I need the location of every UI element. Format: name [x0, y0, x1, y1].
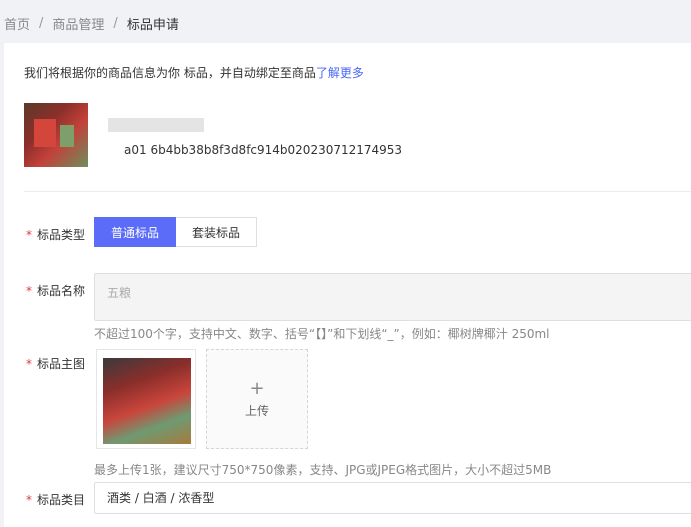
- type-label: * 标品类型: [26, 226, 85, 243]
- breadcrumb: 首页 / 商品管理 / 标品申请: [4, 14, 179, 33]
- divider: [24, 191, 691, 192]
- breadcrumb-current: 标品申请: [126, 17, 179, 33]
- required-mark: *: [26, 357, 32, 371]
- form-card: 我们将根据你的商品信息为你 标品，并自动绑定至商品了解更多 a01 6b4bb3…: [4, 43, 691, 527]
- product-thumbnail: [24, 103, 88, 167]
- type-normal-button[interactable]: 普通标品: [94, 217, 177, 247]
- plus-icon: +: [249, 377, 265, 399]
- product-id: a01 6b4bb38b8f3d8fc914b020230712174953: [124, 143, 403, 157]
- thumbnail-shape: [60, 125, 74, 147]
- image-label: * 标品主图: [26, 355, 85, 372]
- category-select[interactable]: 酒类 / 白酒 / 浓香型: [94, 482, 691, 514]
- intro-message: 我们将根据你的商品信息为你 标品，并自动绑定至商品: [24, 66, 316, 80]
- required-mark: *: [26, 228, 32, 242]
- intro-text: 我们将根据你的商品信息为你 标品，并自动绑定至商品了解更多: [24, 64, 364, 81]
- breadcrumb-product-management[interactable]: 商品管理: [52, 14, 104, 33]
- upload-label: 上传: [244, 403, 269, 418]
- type-label-text: 标品类型: [37, 228, 86, 242]
- required-mark: *: [26, 493, 32, 507]
- name-label-text: 标品名称: [37, 284, 86, 298]
- main-image: [103, 358, 191, 444]
- thumbnail-shape: [34, 119, 56, 147]
- image-hint: 最多上传1张，建议尺寸750*750像素，支持、JPG或JPEG格式图片，大小不…: [94, 463, 552, 477]
- image-label-text: 标品主图: [37, 357, 86, 371]
- product-name-redacted: [108, 118, 204, 132]
- category-label: * 标品类目: [26, 491, 85, 508]
- upload-button[interactable]: + 上传: [206, 349, 308, 449]
- category-label-text: 标品类目: [37, 493, 86, 507]
- type-segment: 普通标品 套装标品: [94, 217, 258, 247]
- name-hint: 不超过100个字，支持中文、数字、括号“【】”和下划线“_”，例如：椰树牌椰汁 …: [94, 327, 550, 341]
- breadcrumb-home[interactable]: 首页: [4, 14, 30, 33]
- name-label: * 标品名称: [26, 282, 85, 299]
- main-image-thumbnail[interactable]: [96, 349, 196, 449]
- learn-more-link[interactable]: 了解更多: [316, 66, 364, 80]
- name-input[interactable]: 五粮: [94, 273, 691, 321]
- breadcrumb-separator: /: [39, 15, 44, 31]
- breadcrumb-separator: /: [113, 15, 118, 31]
- type-bundle-button[interactable]: 套装标品: [176, 217, 258, 247]
- required-mark: *: [26, 284, 32, 298]
